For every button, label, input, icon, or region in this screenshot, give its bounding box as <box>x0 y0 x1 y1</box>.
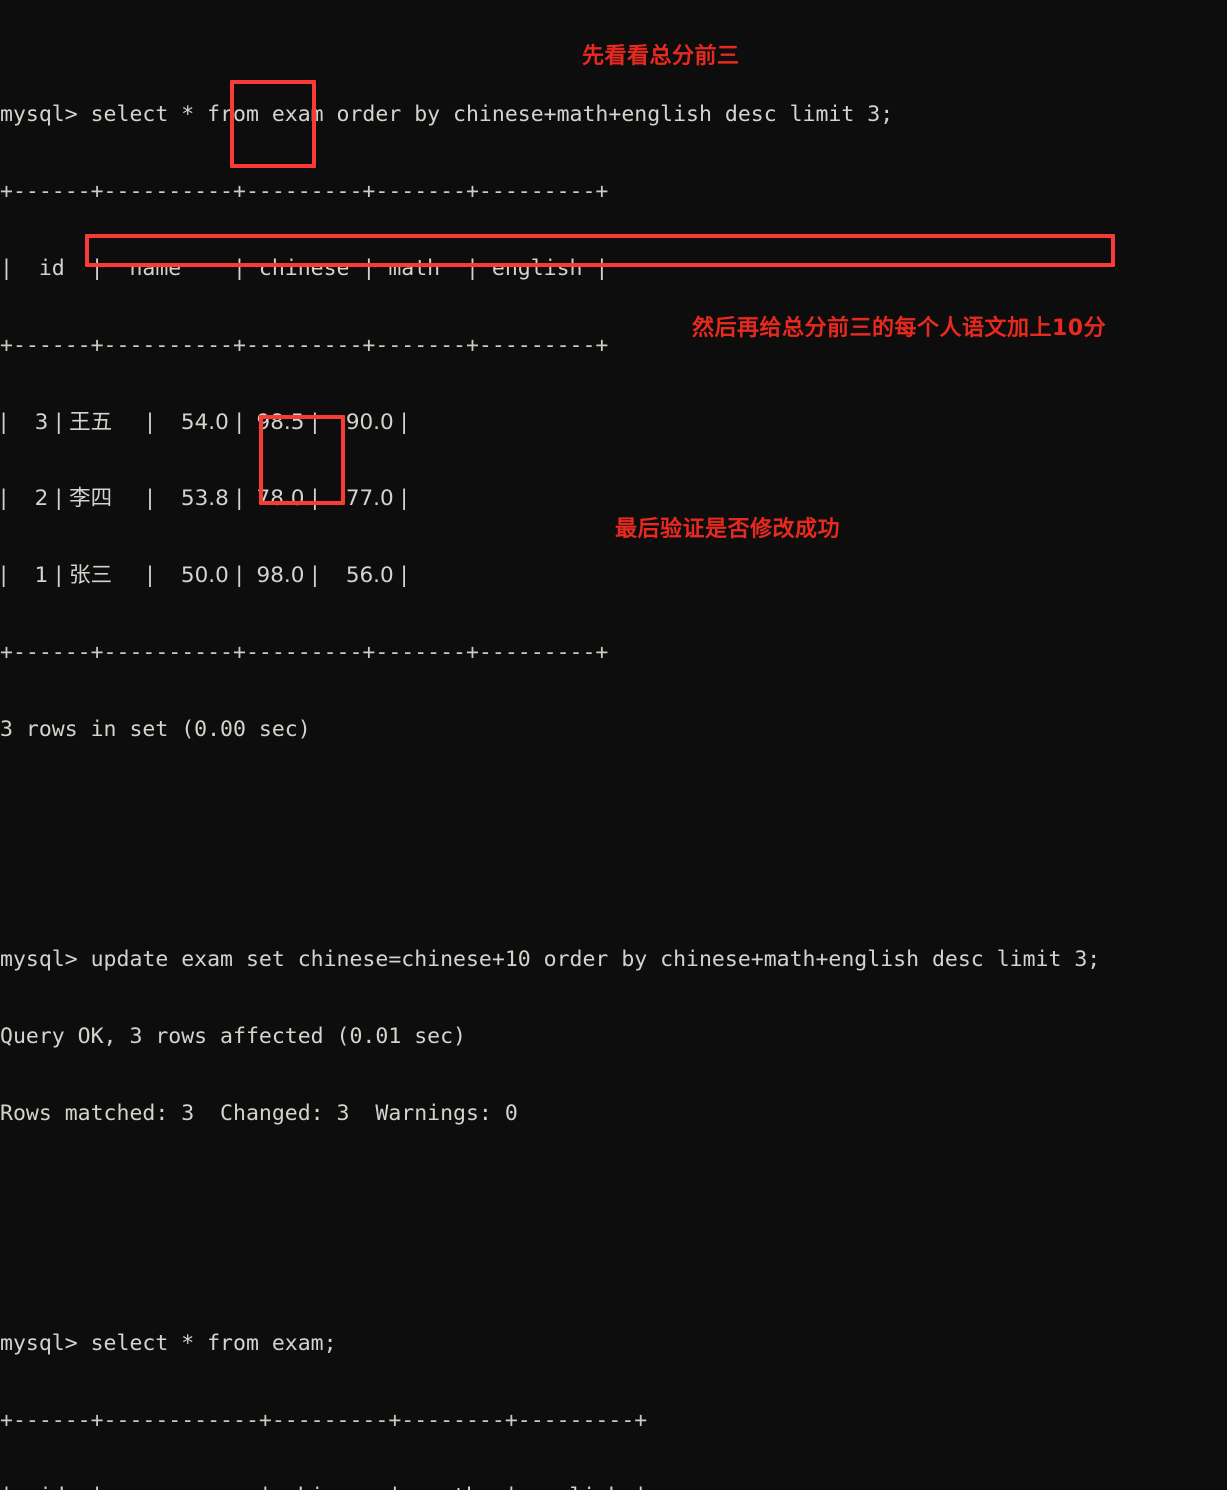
table1-separator-bottom: +------+----------+---------+-------+---… <box>0 639 609 665</box>
table1-header-row: | id | name | chinese | math | english | <box>0 255 609 281</box>
table-row: | 2 | 李四 | 53.8 | 78.0 | 77.0 | <box>0 486 408 512</box>
annotation-step2: 然后再给总分前三的每个人语文加上10分 <box>692 316 1107 341</box>
command-line-update: mysql> update exam set chinese=chinese+1… <box>0 946 1101 972</box>
table-row: | 3 | 王五 | 54.0 | 98.5 | 90.0 | <box>0 409 408 435</box>
table1-status-line: 3 rows in set (0.00 sec) <box>0 716 311 742</box>
command-line-select-top3: mysql> select * from exam order by chine… <box>0 102 894 128</box>
command-line-select-all: mysql> select * from exam; <box>0 1330 337 1356</box>
table2-separator-top: +------+------------+---------+--------+… <box>0 1407 648 1433</box>
terminal-window[interactable]: mysql> select * from exam order by chine… <box>0 0 1227 1490</box>
table-row: | 1 | 张三 | 50.0 | 98.0 | 56.0 | <box>0 563 408 589</box>
annotation-step1: 先看看总分前三 <box>582 44 740 69</box>
update-result-ok: Query OK, 3 rows affected (0.01 sec) <box>0 1023 466 1049</box>
table2-header-row: | id | name | chinese | math | english | <box>0 1484 1227 1490</box>
table1-separator-top: +------+----------+---------+-------+---… <box>0 179 609 205</box>
annotation-step3: 最后验证是否修改成功 <box>615 517 841 542</box>
update-result-matched: Rows matched: 3 Changed: 3 Warnings: 0 <box>0 1100 518 1126</box>
